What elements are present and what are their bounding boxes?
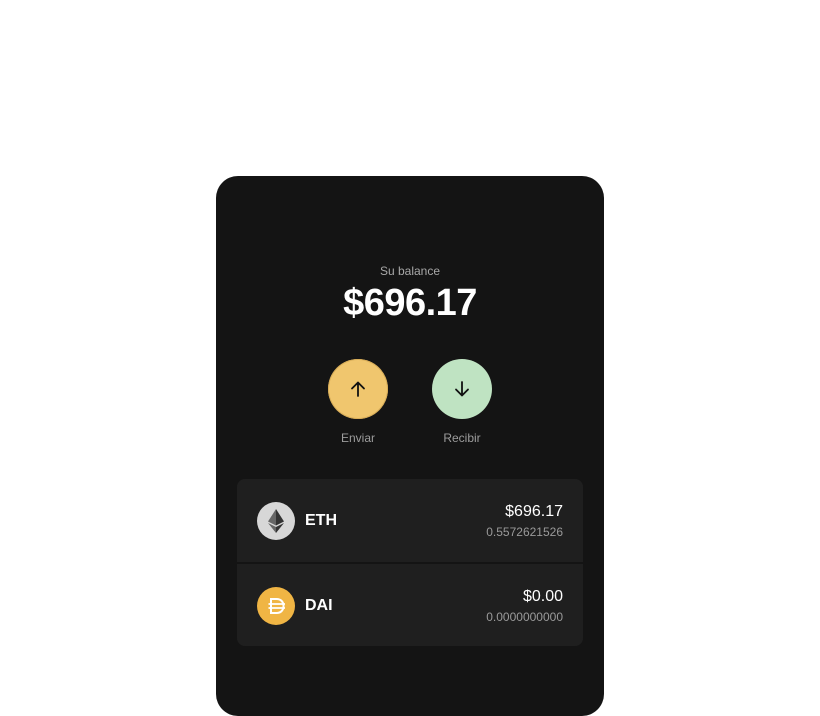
token-fiat-value: $0.00 [522,588,563,605]
receive-button[interactable] [432,359,492,419]
receive-action[interactable]: Recibir [422,359,502,445]
receive-label: Recibir [443,431,481,445]
token-fiat-value: $696.17 [505,503,563,520]
arrow-down-icon [455,381,469,397]
send-label: Enviar [340,431,375,445]
arrow-up-icon [351,381,365,397]
token-symbol: DAI [305,597,333,614]
send-action[interactable]: Enviar [318,359,398,445]
wallet-screen: Su balance $696.17 Enviar Recibir ETH $6… [216,176,604,716]
token-symbol: ETH [305,512,337,529]
balance-label: Su balance [379,264,441,278]
balance-amount: $696.17 [343,282,477,324]
send-button[interactable] [328,359,388,419]
dai-icon [257,587,295,625]
token-amount: 0.5572621526 [486,525,563,539]
token-row-eth[interactable]: ETH $696.17 0.5572621526 [237,479,583,562]
token-list: ETH $696.17 0.5572621526 DAI $0.00 0.000… [237,479,583,646]
ethereum-icon [257,502,295,540]
token-amount: 0.0000000000 [486,610,563,624]
token-row-dai[interactable]: DAI $0.00 0.0000000000 [237,562,583,646]
